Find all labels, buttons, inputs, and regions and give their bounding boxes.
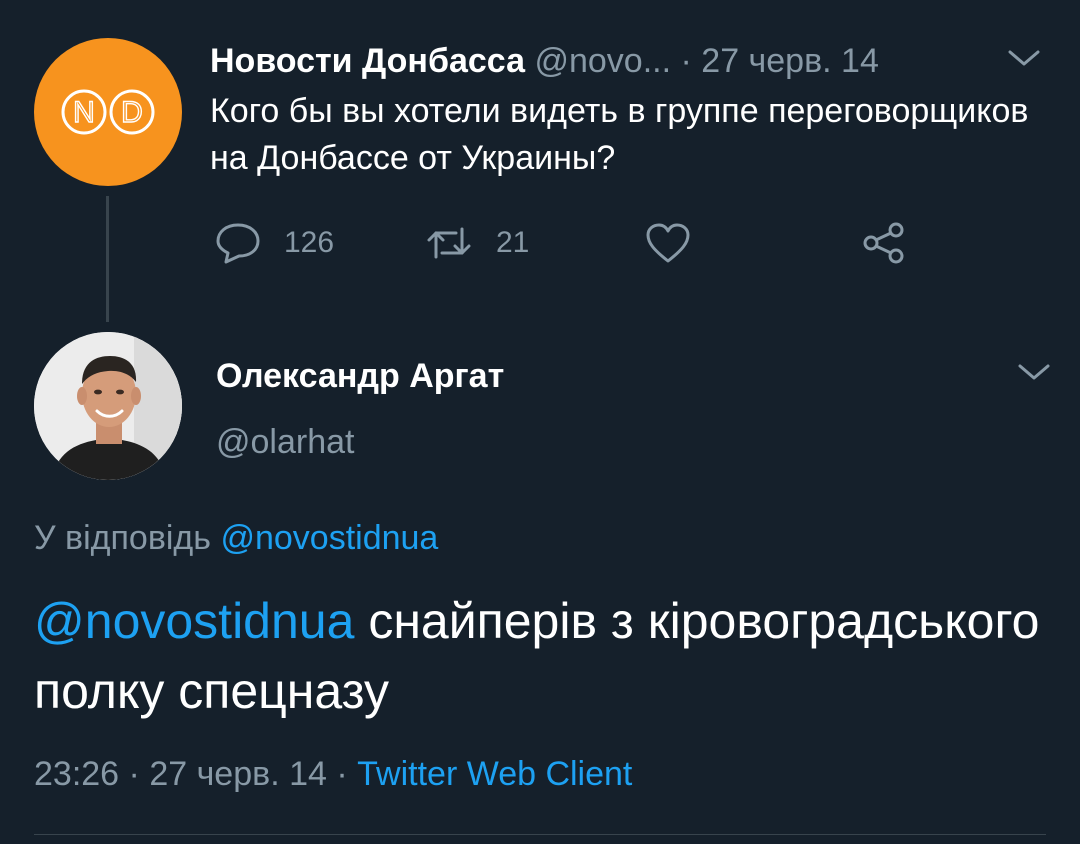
reply-count: 126 (284, 226, 335, 259)
news-avatar[interactable]: N D (34, 38, 182, 186)
share-icon (863, 222, 904, 264)
reply-tweet-meta: 23:26 · 27 черв. 14 · Twitter Web Client (34, 750, 632, 798)
news-logo: N D (61, 89, 155, 135)
client-link[interactable]: Twitter Web Client (357, 755, 632, 793)
logo-letter-d: D (121, 96, 143, 129)
heart-icon (646, 223, 690, 263)
parent-menu-button[interactable] (1004, 44, 1044, 72)
divider (34, 834, 1046, 835)
user-avatar[interactable] (34, 332, 182, 480)
parent-tweet-text: Кого бы вы хотели видеть в группе перего… (210, 92, 1029, 177)
reply-tweet-text: @novostidnua снайперів з кіровоградськог… (34, 586, 1054, 726)
reply-author-handle[interactable]: @olarhat (216, 418, 354, 466)
reply-time: 23:26 (34, 755, 120, 793)
chevron-down-icon (1018, 364, 1050, 380)
chevron-down-icon (1008, 50, 1040, 66)
parent-tweet-date[interactable]: 27 черв. 14 (701, 42, 879, 80)
logo-letter-n: N (73, 96, 95, 129)
retweet-action-button[interactable]: 21 (424, 218, 529, 268)
reply-to-handle-link[interactable]: @novostidnua (220, 519, 438, 557)
comment-bubble-icon (216, 223, 260, 264)
reply-action-button[interactable]: 126 (214, 218, 334, 268)
share-action-button[interactable] (860, 218, 908, 268)
retweet-count: 21 (496, 226, 530, 259)
meta-separator: · (336, 755, 348, 793)
retweet-icon (427, 227, 471, 259)
reply-author-name[interactable]: Олександр Аргат (216, 352, 504, 400)
reply-menu-button[interactable] (1014, 358, 1054, 386)
reply-date: 27 черв. 14 (149, 755, 327, 793)
reply-to-line: У відповідь @novostidnua (34, 514, 438, 562)
parent-tweet-header: Новости Донбасса @novo... · 27 черв. 14 (210, 36, 1050, 86)
parent-author-handle[interactable]: @novo... (534, 42, 671, 80)
meta-separator: · (128, 755, 140, 793)
user-photo (34, 332, 182, 480)
parent-author-name[interactable]: Новости Донбасса (210, 42, 525, 80)
like-action-button[interactable] (644, 218, 692, 268)
mention-link[interactable]: @novostidnua (34, 593, 354, 649)
thread-connector (106, 196, 109, 322)
reply-to-label: У відповідь (34, 519, 211, 557)
parent-header-separator: · (680, 42, 692, 80)
